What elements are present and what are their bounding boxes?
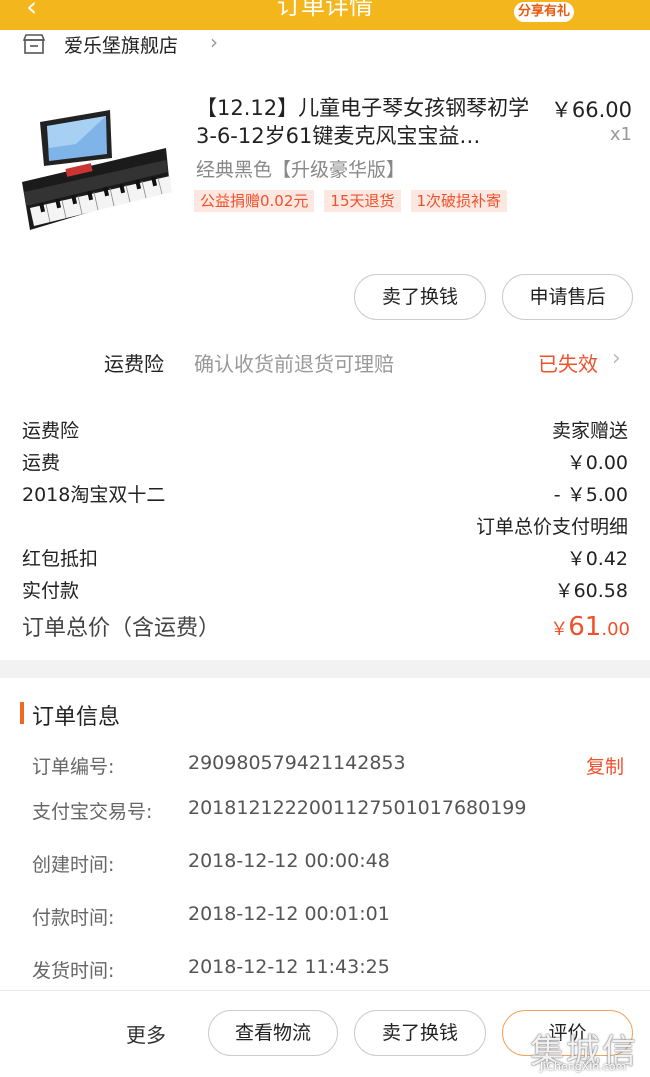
product-quantity: x1 (609, 124, 632, 145)
more-button[interactable]: 更多 (126, 1019, 166, 1048)
tag-return: 15天退货 (324, 190, 401, 212)
fee-row-shipping: 运费 ￥0.00 (22, 448, 628, 475)
fee-value: ￥60.58 (554, 580, 628, 602)
created-time-value: 2018-12-12 00:00:48 (188, 850, 390, 872)
fee-value: ￥0.42 (566, 548, 628, 570)
product-variant: 经典黑色【升级豪华版】 (196, 159, 406, 181)
tag-damage: 1次破损补寄 (410, 190, 508, 212)
service-tags: 公益捐赠0.02元 15天退货 1次破损补寄 (194, 190, 508, 212)
order-info-title: 订单信息 (32, 705, 121, 730)
header-bar: ‹ 订单详情 分享有礼 (0, 0, 650, 30)
fee-label: 2018淘宝双十二 (22, 484, 166, 506)
fee-label: 运费险 (22, 420, 80, 442)
fee-row-promo: 2018淘宝双十二 - ￥5.00 (22, 480, 628, 507)
product-title[interactable]: 【12.12】儿童电子琴女孩钢琴初学3-6-12岁61键麦克风宝宝益… (196, 94, 536, 150)
freight-insurance-desc: 确认收货前退货可理赔 (194, 352, 394, 376)
payment-detail-row: 订单总价支付明细 (22, 512, 628, 539)
fee-value: 卖家赠送 (551, 420, 628, 442)
section-divider (0, 660, 650, 678)
watermark-url: JiChengXin.com (540, 1060, 627, 1073)
fee-value: ￥0.00 (566, 452, 628, 474)
product-price: ￥66.00 (550, 98, 632, 122)
order-number-value: 290980579421142853 (188, 752, 406, 774)
payment-time-value: 2018-12-12 00:01:01 (188, 903, 390, 925)
order-total-row: 订单总价（含运费） ￥61.00 (22, 610, 630, 642)
currency-symbol: ￥ (550, 619, 569, 640)
sell-for-cash-button[interactable]: 卖了换钱 (354, 274, 486, 320)
created-time-label: 创建时间: (32, 854, 115, 876)
shipped-time-value: 2018-12-12 11:43:25 (188, 956, 390, 978)
copy-button[interactable]: 复制 (586, 752, 624, 779)
share-badge[interactable]: 分享有礼 (514, 2, 574, 22)
order-total-label: 订单总价（含运费） (22, 616, 221, 641)
total-integer: 61 (568, 612, 602, 642)
payment-detail-link[interactable]: 订单总价支付明细 (476, 512, 628, 539)
after-sales-button[interactable]: 申请售后 (502, 274, 633, 320)
shipped-time-label: 发货时间: (32, 960, 115, 982)
freight-insurance-status[interactable]: 已失效 (538, 348, 598, 377)
payment-time-label: 付款时间: (32, 907, 115, 929)
section-accent-bar (20, 702, 24, 724)
store-name[interactable]: 爱乐堡旗舰店 (64, 31, 178, 58)
fee-label: 运费 (22, 452, 61, 474)
fee-label: 实付款 (22, 580, 80, 602)
chevron-right-icon: › (612, 346, 621, 371)
alipay-number-label: 支付宝交易号: (32, 801, 153, 823)
store-icon (22, 34, 46, 54)
total-decimal: .00 (601, 619, 630, 640)
fee-row-redpacket: 红包抵扣 ￥0.42 (22, 544, 628, 571)
chevron-right-icon: › (210, 30, 218, 54)
order-number-label: 订单编号: (32, 756, 115, 778)
alipay-number-value: 2018121222001127501017680199 (188, 797, 527, 819)
fee-row-paid: 实付款 ￥60.58 (22, 576, 628, 603)
order-total-value: ￥61.00 (550, 612, 630, 642)
sell-for-cash-button-bottom[interactable]: 卖了换钱 (354, 1010, 486, 1056)
fee-value: - ￥5.00 (553, 484, 628, 506)
view-logistics-button[interactable]: 查看物流 (208, 1010, 338, 1056)
product-image[interactable] (16, 92, 174, 246)
tag-charity: 公益捐赠0.02元 (194, 190, 315, 212)
fee-label: 红包抵扣 (22, 548, 99, 570)
freight-insurance-label: 运费险 (104, 352, 164, 376)
fee-row-insurance: 运费险 卖家赠送 (22, 416, 628, 443)
